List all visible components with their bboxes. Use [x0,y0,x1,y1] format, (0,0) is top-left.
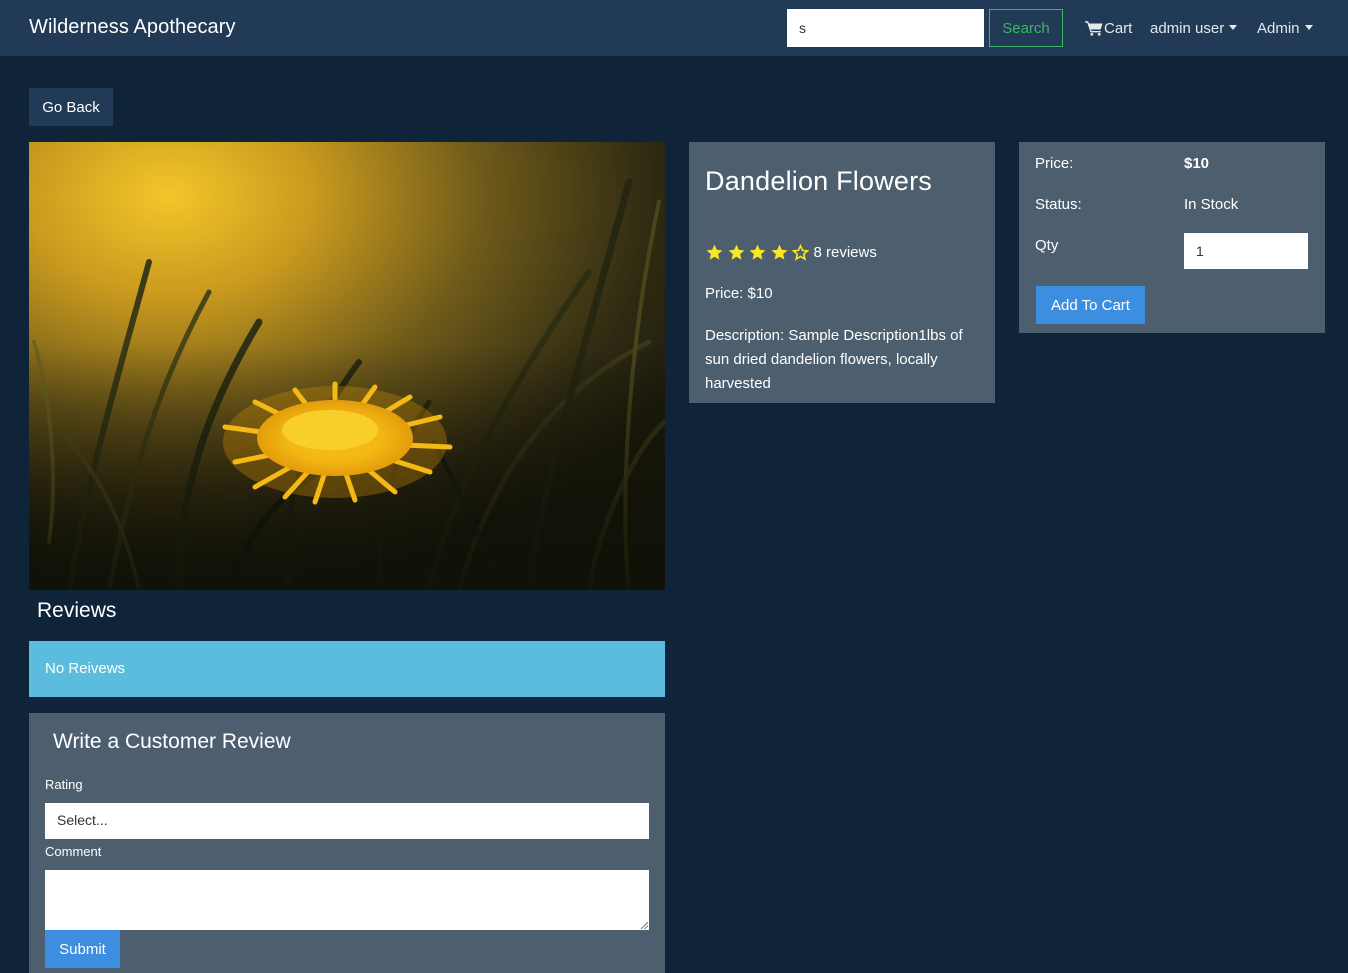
comment-label: Comment [45,844,102,859]
qty-label: Qty [1035,237,1059,254]
admin-menu-dropdown[interactable]: Admin [1257,18,1313,38]
star-empty-icon [791,243,810,261]
product-description: Description: Sample Description1lbs of s… [705,327,963,392]
resize-grip-icon[interactable] [640,921,648,929]
chevron-down-icon [1304,24,1313,30]
review-count: 8 reviews [813,244,877,261]
shopping-cart-icon [1085,21,1103,36]
product-price: Price: $10 [705,285,773,302]
product-details-card: Dandelion Flowers 8 reviews Price: $10 D… [689,142,995,403]
review-form-title: Write a Customer Review [53,730,291,753]
star-filled-icon [728,244,744,260]
go-back-button[interactable]: Go Back [29,88,113,126]
chevron-down-icon [1229,24,1238,30]
reviews-heading: Reviews [37,599,117,622]
no-reviews-message: No Reivews [45,660,126,677]
admin-menu-label: Admin [1257,19,1300,37]
user-menu-dropdown[interactable]: admin user [1150,18,1238,38]
brand-logo-link[interactable]: Wilderness Apothecary [29,16,236,39]
top-navbar: Wilderness Apothecary Search Cart admin … [0,0,1348,56]
search-input[interactable] [787,9,984,47]
purchase-card: Price: $10 Status: In Stock Qty Add To C… [1019,142,1325,333]
rating-select[interactable]: Select... [45,803,649,839]
price-label: Price: [1035,155,1074,172]
add-to-cart-button[interactable]: Add To Cart [1036,286,1145,324]
star-filled-icon [771,244,787,260]
cart-label: Cart [1104,19,1133,37]
status-label: Status: [1035,196,1082,213]
status-value: In Stock [1184,196,1239,213]
review-form: Write a Customer Review Rating Select...… [29,713,665,973]
star-filled-icon [706,244,723,260]
price-value: $10 [1184,155,1210,172]
qty-input[interactable] [1184,233,1308,269]
search-button[interactable]: Search [989,9,1063,47]
submit-review-button[interactable]: Submit [45,930,120,968]
rating-label: Rating [45,777,83,792]
cart-link[interactable]: Cart [1085,18,1132,38]
comment-textarea[interactable] [45,870,649,930]
no-reviews-alert: No Reivews [29,641,665,697]
product-rating: 8 reviews [705,243,877,262]
star-filled-icon [749,244,766,260]
user-menu-label: admin user [1150,19,1225,37]
dandelion-photo [29,142,665,590]
product-title: Dandelion Flowers [705,166,933,196]
product-image [29,142,665,590]
